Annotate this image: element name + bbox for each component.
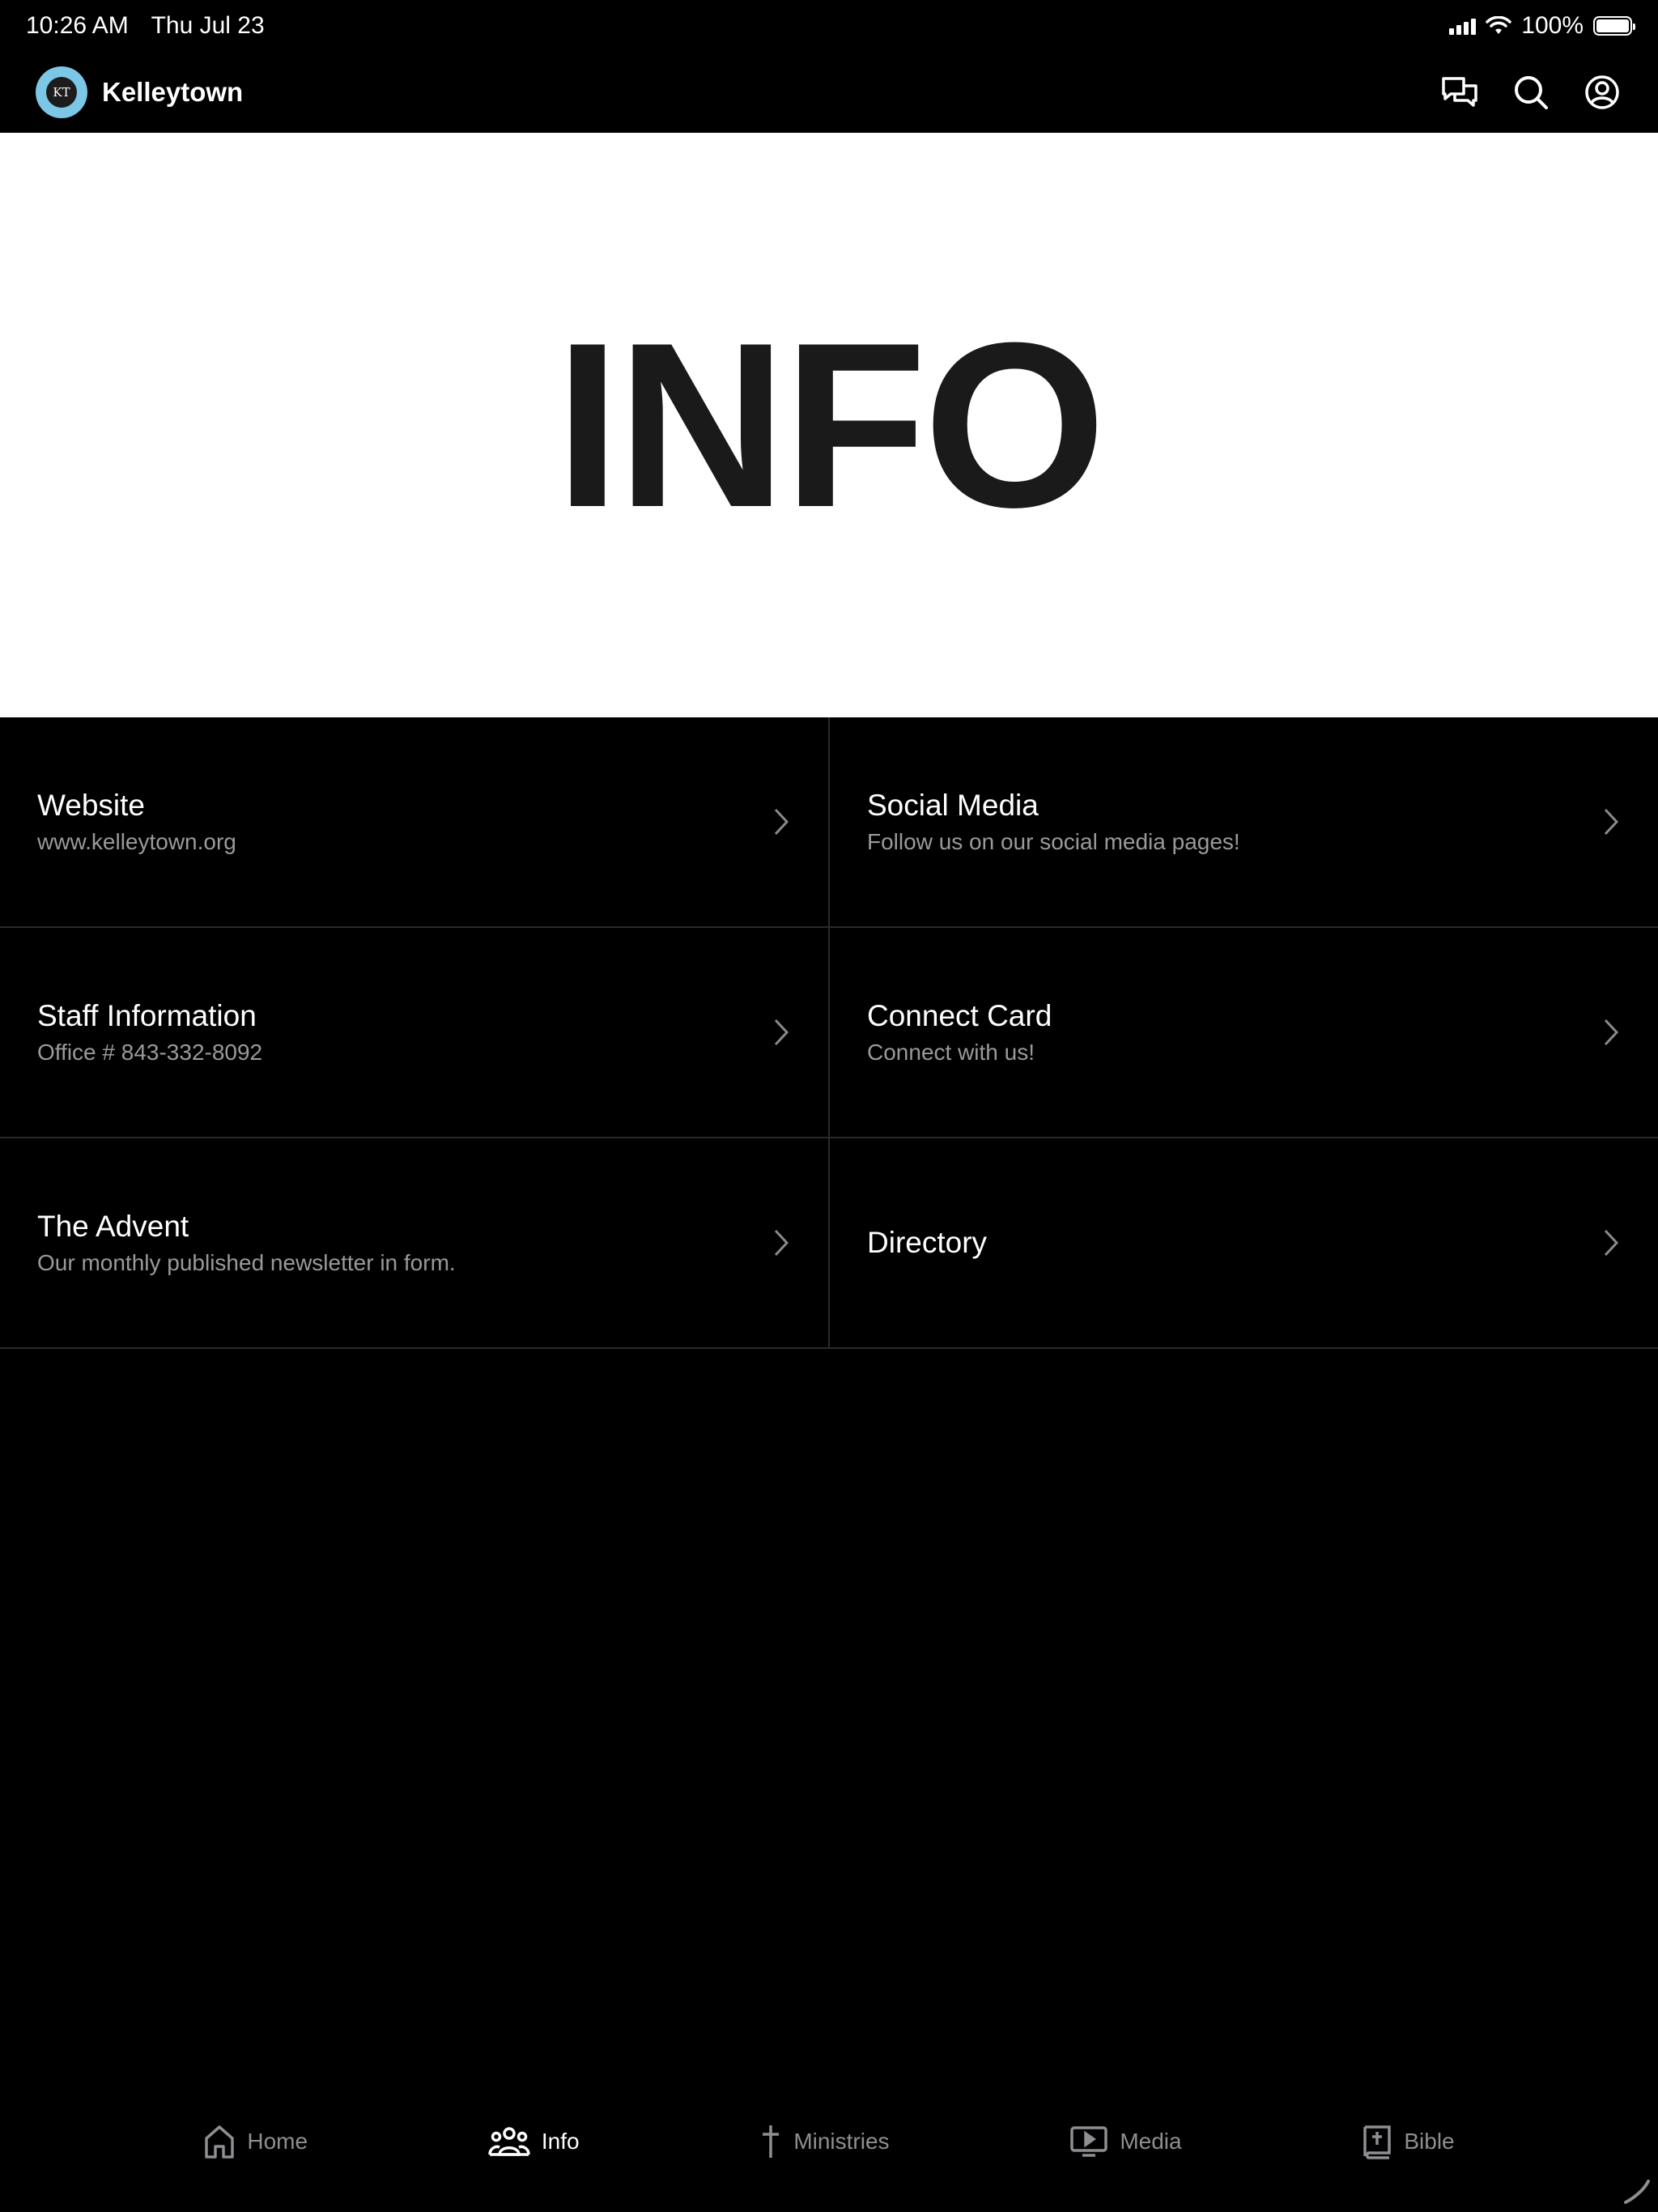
connect-card-item[interactable]: Connect Card Connect with us! — [830, 928, 1658, 1138]
item-title: Connect Card — [867, 999, 1052, 1032]
item-title: Directory — [867, 1226, 988, 1259]
chevron-right-icon — [773, 1228, 789, 1257]
tab-info[interactable]: Info — [488, 2126, 580, 2157]
search-button[interactable] — [1511, 72, 1551, 113]
item-subtitle: Connect with us! — [867, 1040, 1035, 1065]
tab-label: Info — [541, 2129, 580, 2154]
the-advent-item[interactable]: The Advent Our monthly published newslet… — [0, 1138, 830, 1349]
item-title: Website — [37, 789, 145, 822]
tab-label: Ministries — [793, 2129, 890, 2154]
item-title: Social Media — [867, 789, 1039, 822]
logo-monogram: KT — [46, 77, 77, 108]
chat-icon — [1442, 77, 1477, 107]
app-title: Kelleytown — [102, 77, 244, 107]
tab-ministries[interactable]: Ministries — [759, 2124, 890, 2159]
status-time: 10:26 AM — [26, 12, 129, 39]
status-bar: 10:26 AM Thu Jul 23 100% — [0, 0, 1658, 52]
cellular-signal-icon — [1449, 17, 1477, 35]
cross-icon — [763, 2125, 780, 2158]
directory-item[interactable]: Directory — [830, 1138, 1658, 1349]
tab-label: Bible — [1404, 2129, 1455, 2154]
wifi-icon — [1486, 16, 1512, 34]
social-media-item[interactable]: Social Media Follow us on our social med… — [830, 717, 1658, 928]
home-icon — [205, 2125, 235, 2159]
item-title: The Advent — [37, 1210, 189, 1243]
app-header: KT Kelleytown — [0, 52, 1658, 133]
status-date: Thu Jul 23 — [151, 12, 265, 39]
battery-icon — [1593, 16, 1635, 36]
chevron-right-icon — [1603, 1018, 1619, 1047]
battery-percentage: 100% — [1521, 12, 1584, 39]
messages-button[interactable] — [1439, 72, 1480, 113]
tab-bible[interactable]: Bible — [1362, 2124, 1455, 2159]
hero-banner: INFO — [0, 133, 1658, 717]
profile-icon — [1585, 75, 1619, 109]
item-subtitle: Office # 843-332-8092 — [37, 1040, 263, 1065]
item-subtitle: Our monthly published newsletter in form… — [37, 1250, 456, 1275]
chevron-right-icon — [773, 807, 789, 836]
resize-grip-icon — [1624, 2180, 1650, 2204]
tab-home[interactable]: Home — [203, 2124, 308, 2159]
tab-label: Media — [1120, 2129, 1182, 2154]
header-actions — [1439, 72, 1622, 113]
church-logo: KT — [36, 66, 87, 118]
hero-title: INFO — [555, 294, 1107, 556]
tab-bar: Home Info Ministries Media Bible — [0, 2105, 1658, 2178]
brand[interactable]: KT Kelleytown — [36, 66, 243, 118]
search-icon — [1515, 76, 1548, 109]
chevron-right-icon — [1603, 807, 1619, 836]
info-grid: Website www.kelleytown.org Social Media … — [0, 717, 1658, 1349]
status-right: 100% — [1449, 12, 1635, 40]
item-subtitle: Follow us on our social media pages! — [867, 829, 1240, 854]
tab-label: Home — [247, 2129, 308, 2154]
item-title: Staff Information — [37, 999, 257, 1032]
item-subtitle: www.kelleytown.org — [37, 829, 236, 854]
staff-information-item[interactable]: Staff Information Office # 843-332-8092 — [0, 928, 830, 1138]
status-left: 10:26 AM Thu Jul 23 — [26, 12, 281, 40]
tab-media[interactable]: Media — [1069, 2125, 1182, 2158]
play-screen-icon — [1070, 2126, 1108, 2157]
profile-button[interactable] — [1582, 72, 1622, 113]
chevron-right-icon — [1603, 1228, 1619, 1257]
chevron-right-icon — [773, 1018, 789, 1047]
bible-icon — [1363, 2125, 1392, 2159]
people-icon — [488, 2127, 530, 2156]
website-item[interactable]: Website www.kelleytown.org — [0, 717, 830, 928]
